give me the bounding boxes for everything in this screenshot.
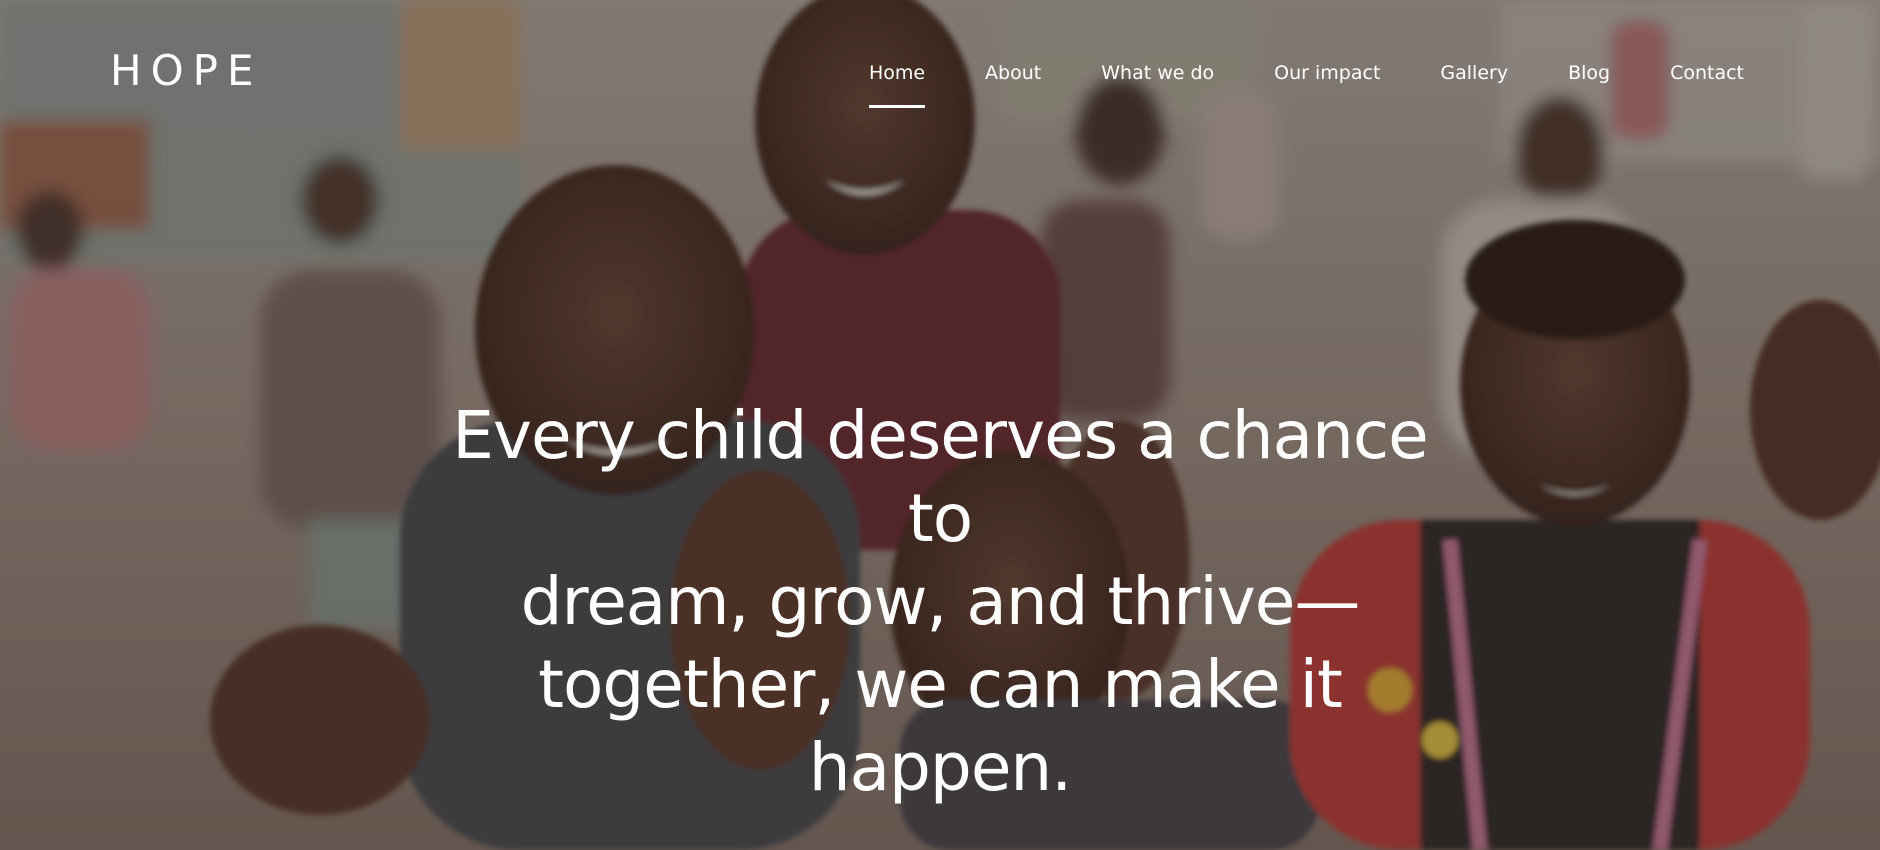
nav-item-our-impact[interactable]: Our impact	[1274, 58, 1380, 88]
nav-item-contact[interactable]: Contact	[1670, 58, 1744, 88]
nav-item-what-we-do[interactable]: What we do	[1101, 58, 1214, 88]
hero-section: HOPE Home About What we do Our impact Ga…	[0, 0, 1880, 850]
site-logo[interactable]: HOPE	[110, 46, 263, 96]
hero-headline-line-2: dream, grow, and thrive—	[520, 563, 1361, 641]
hero-headline: Every child deserves a chance to dream, …	[440, 394, 1440, 809]
main-nav: Home About What we do Our impact Gallery…	[809, 58, 1744, 108]
nav-item-blog[interactable]: Blog	[1568, 58, 1610, 88]
nav-item-gallery[interactable]: Gallery	[1440, 58, 1508, 88]
hero-headline-line-1: Every child deserves a chance to	[452, 397, 1429, 558]
nav-item-home[interactable]: Home	[868, 58, 926, 108]
nav-item-about[interactable]: About	[985, 58, 1041, 88]
site-header: HOPE Home About What we do Our impact Ga…	[0, 0, 1880, 150]
hero-headline-line-3: together, we can make it happen.	[538, 646, 1343, 807]
